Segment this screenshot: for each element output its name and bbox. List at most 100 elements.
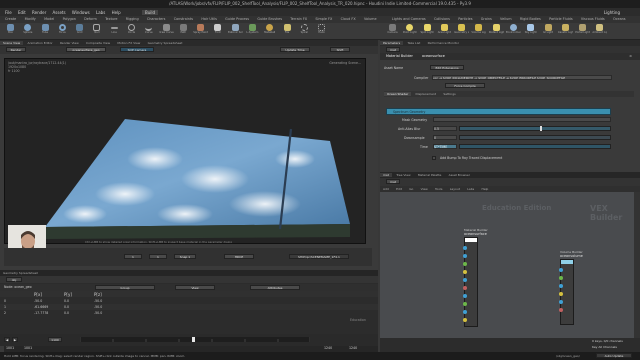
shelf-tab-guide-process[interactable]: Guide Process [223,17,251,21]
table-row[interactable]: 2 -17.7778 0.0 -50.0 [0,310,378,316]
menu-windows[interactable]: Windows [72,10,90,15]
net-menu-view[interactable]: View [418,187,431,191]
shelf-tab-collisions[interactable]: Collisions [432,17,452,21]
spectrum-geometry-row[interactable]: Spectrum Geometry [386,108,611,115]
tab-render-view[interactable]: Render View [57,41,82,45]
material-builder-node[interactable] [463,237,478,327]
shelf-tab-lights-cameras[interactable]: Lights and Cameras [390,17,428,21]
tab-take-list[interactable]: Take List [404,41,423,45]
tool-null[interactable]: Null [89,23,104,39]
tool-geometry-light[interactable]: Geometry Light [454,23,469,39]
net-menu-layout[interactable]: Layout [447,187,463,191]
col-py[interactable]: P[y] [64,292,72,297]
tool-spiral[interactable]: Spiral [297,23,312,39]
menu-render[interactable]: Render [32,10,46,15]
network-editor[interactable]: Education Edition VEX Builder Material B… [380,192,634,338]
render-viewport[interactable]: /out/mantra_ipr/raytrace/1712.44(1) 1920… [4,58,366,244]
tab-animation-editor[interactable]: Animation Editor [25,41,56,45]
time-slider[interactable] [459,144,611,149]
tab-tree-view[interactable]: Tree View [393,173,413,177]
shelf-tab-grains[interactable]: Grains [479,17,494,21]
shelf-tab-volume[interactable]: Volume [362,17,379,21]
timeline-bar[interactable] [79,337,311,342]
tool-area-light[interactable]: Area Light [437,23,452,39]
compiler-field[interactable]: vcc -q $VOP_INCLUDEPATH -o $VOP_OBJECTFI… [432,75,612,80]
group-field[interactable]: Group [95,285,155,290]
shelf-tab-guide-brushes[interactable]: Guide Brushes [255,17,284,21]
slider-handle[interactable] [540,126,542,131]
tool-curve[interactable]: Curve [141,23,156,39]
tool-helix[interactable]: Helix [314,23,329,39]
tool-camera[interactable]: Camera [385,23,400,39]
attributes-field[interactable]: Attributes [250,285,300,290]
path-mat-button[interactable]: mat [386,47,400,52]
col-px[interactable]: P[x] [34,292,42,297]
tab-material-palette[interactable]: Material Palette [415,173,445,177]
anti-alias-blur-slider[interactable] [459,126,611,131]
range-start-2[interactable]: 1001 [24,346,32,350]
shelf-tab-particle-fluids[interactable]: Particle Fluids [547,17,575,21]
tool-caustic-light[interactable]: Caustic Light [558,23,573,39]
range-end-field[interactable]: 1 [149,254,167,259]
tool-spray-paint[interactable]: Spray Paint [193,23,208,39]
tool-grid[interactable]: Grid [72,23,87,39]
tool-tube[interactable]: Tube [38,23,53,39]
net-menu-go[interactable]: Go [406,187,416,191]
tool-sky-light[interactable]: Sky Light [523,23,538,39]
shelf-tab-polygon[interactable]: Polygon [61,17,78,21]
tool-point-light[interactable]: Point Light [402,23,417,39]
desktop-dropdown[interactable]: Lighting [604,10,620,15]
menu-edit[interactable]: Edit [18,10,26,15]
add-bump-checkbox[interactable] [432,156,436,160]
menu-assets[interactable]: Assets [53,10,66,15]
tool-ambient-light[interactable]: Ambient Light [592,23,607,39]
tab-composite-view[interactable]: Composite View [83,41,113,45]
input-port[interactable] [559,308,563,312]
network-path-button[interactable]: mat [386,179,400,184]
tool-distant-light[interactable]: Distant Light [489,23,504,39]
input-port[interactable] [463,262,467,266]
tool-path[interactable]: Path [176,23,191,39]
play-icon[interactable]: ▶ [12,337,18,342]
shelf-tab-modify[interactable]: Modify [23,17,38,21]
edit-extensions-button[interactable]: Edit Extensions [430,65,464,70]
input-port[interactable] [463,278,467,282]
tool-gi-light[interactable]: GI Light [541,23,556,39]
input-port[interactable] [463,294,467,298]
tab-displacement[interactable]: Displacement [412,92,439,96]
range-start[interactable]: 1001 [6,346,14,350]
input-port[interactable] [559,268,563,272]
shelf-tab-cloud-fx[interactable]: Cloud FX [339,17,358,21]
tab-motion-fx-view[interactable]: Motion FX View [114,41,143,45]
build-dropdown[interactable]: Build [142,10,159,15]
fps-dropdown[interactable]: HDCE [224,254,254,259]
anti-alias-blur-field[interactable]: 0.5 [433,126,457,131]
tool-circle[interactable]: Circle [124,23,139,39]
shelf-tab-rigid-bodies[interactable]: Rigid Bodies [518,17,543,21]
range-start-field[interactable]: 1 [124,254,142,259]
play-back-icon[interactable]: ◀ [4,337,10,342]
tab-settings[interactable]: Settings [440,92,458,96]
update-time-button[interactable]: Update Time [280,47,310,52]
shift-button[interactable]: Shift [330,47,350,52]
shelf-tab-characters[interactable]: Characters [145,17,168,21]
auto-update-dropdown[interactable]: Auto Update [596,353,632,358]
input-port[interactable] [559,276,563,280]
tab-mat[interactable]: mat [380,173,392,177]
node-name-field[interactable]: oceansurface [422,54,445,58]
camera-dropdown[interactable]: SOP Camera [120,47,154,52]
input-port[interactable] [559,292,563,296]
shelf-tab-create[interactable]: Create [3,17,18,21]
net-menu-tools[interactable]: Tools [432,187,445,191]
playhead[interactable] [192,337,195,342]
tool-line[interactable]: Line [107,23,122,39]
tab-ocean-shader[interactable]: Ocean Shader [384,92,412,96]
shelf-tab-vellum[interactable]: Vellum [498,17,513,21]
net-menu-help[interactable]: Help [478,187,491,191]
tool-torus[interactable]: Torus [55,23,70,39]
tab-geometry-spreadsheet[interactable]: Geometry Spreadsheet [145,41,186,45]
shelf-tab-terrain-fx[interactable]: Terrain FX [288,17,309,21]
snap-field[interactable]: Snap 1 [174,254,196,259]
force-compile-button[interactable]: Force Compile [445,83,485,88]
key-all-channels[interactable]: Key All Channels [592,345,617,349]
